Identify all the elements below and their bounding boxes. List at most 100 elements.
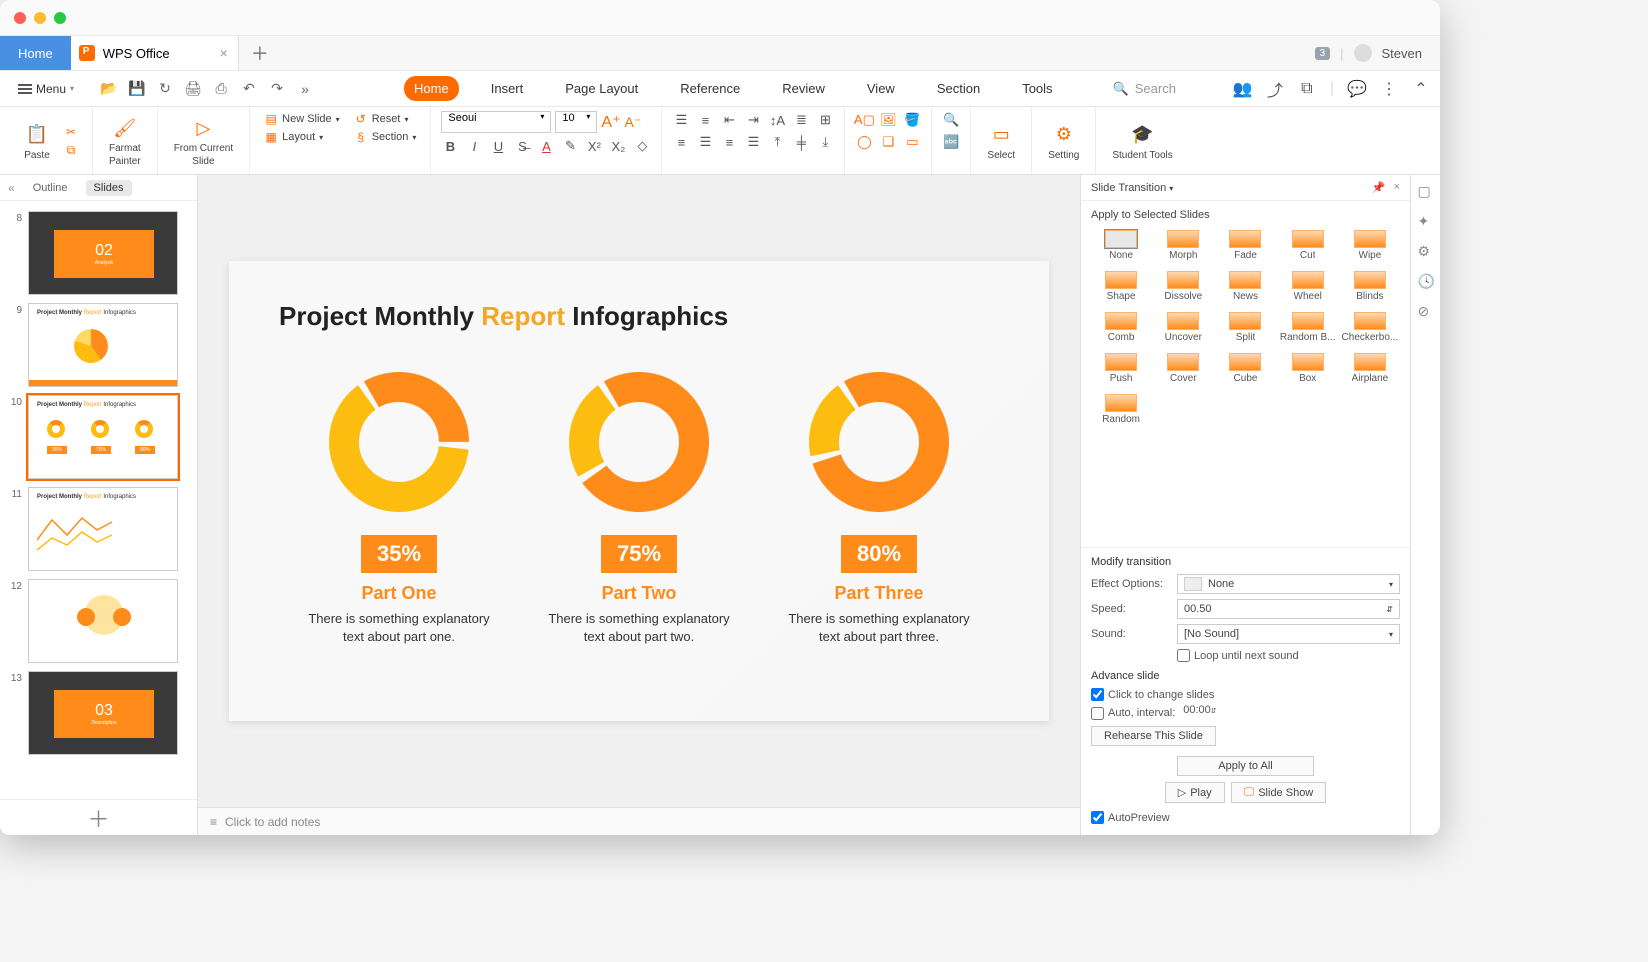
quick-styles-icon[interactable]: ▭	[903, 133, 921, 151]
arrange-icon[interactable]: ❑	[879, 133, 897, 151]
outline-tab[interactable]: Outline	[25, 180, 76, 196]
layout-button[interactable]: ▦Layout▾	[260, 129, 344, 145]
clear-format-icon[interactable]: ◇	[633, 137, 651, 155]
font-size-select[interactable]: 10 ▾	[555, 111, 597, 133]
collapse-ribbon-icon[interactable]: ⌃	[1412, 80, 1430, 98]
transition-item[interactable]: Split	[1215, 309, 1275, 346]
click-advance-checkbox[interactable]	[1091, 688, 1104, 701]
slides-tab[interactable]: Slides	[86, 180, 132, 196]
transition-item[interactable]: Wipe	[1340, 227, 1400, 264]
thumbnail-row[interactable]: 12	[0, 575, 197, 667]
paste-button[interactable]: 📋 Paste	[18, 111, 56, 171]
apply-all-button[interactable]: Apply to All	[1177, 756, 1313, 776]
transition-panel-title[interactable]: Slide Transition ▾	[1091, 182, 1173, 194]
maximize-window-button[interactable]	[54, 12, 66, 24]
find-icon[interactable]: 🔍	[942, 111, 960, 129]
italic-icon[interactable]: I	[465, 137, 483, 155]
ribbon-tab-section[interactable]: Section	[927, 76, 990, 101]
slide-thumbnails[interactable]: 802Analysis9Project Monthly Report Infog…	[0, 201, 197, 799]
undo-icon[interactable]: ↶	[240, 80, 258, 98]
line-spacing-icon[interactable]: ≣	[792, 111, 810, 129]
transition-item[interactable]: Blinds	[1340, 268, 1400, 305]
ribbon-tab-insert[interactable]: Insert	[481, 76, 534, 101]
text-direction-icon[interactable]: ↕A	[768, 111, 786, 129]
main-menu-button[interactable]: Menu ▾	[10, 78, 82, 100]
help-icon[interactable]: ⊘	[1418, 303, 1434, 319]
effect-options-select[interactable]: None▾	[1177, 574, 1400, 594]
autopreview-checkbox[interactable]	[1091, 811, 1104, 824]
transition-item[interactable]: Cover	[1153, 350, 1213, 387]
kebab-icon[interactable]: ⋮	[1380, 80, 1398, 98]
transition-item[interactable]: Morph	[1153, 227, 1213, 264]
add-slide-button[interactable]: ＋	[0, 799, 197, 835]
thumbnail-row[interactable]: 10Project Monthly Report Infographics 35…	[0, 391, 197, 483]
sound-select[interactable]: [No Sound]▾	[1177, 624, 1400, 644]
transition-item[interactable]: Checkerbo...	[1340, 309, 1400, 346]
decrease-indent-icon[interactable]: ⇤	[720, 111, 738, 129]
settings-icon[interactable]: ⚙	[1418, 243, 1434, 259]
decrease-font-icon[interactable]: A⁻	[625, 114, 642, 131]
font-name-select[interactable]: Seoui ▾	[441, 111, 551, 133]
transition-item[interactable]: Shape	[1091, 268, 1151, 305]
format-painter-button[interactable]: 🖌 Farmat Painter	[103, 111, 147, 171]
section-button[interactable]: §Section▾	[350, 129, 421, 145]
ruler-icon[interactable]: ⊞	[816, 111, 834, 129]
template-panel-icon[interactable]: ▢	[1418, 183, 1434, 199]
collapse-panel-button[interactable]: «	[8, 181, 15, 195]
close-tab-button[interactable]: ×	[220, 45, 228, 61]
highlight-icon[interactable]: ✎	[561, 137, 579, 155]
transition-item[interactable]: Random B...	[1278, 309, 1338, 346]
align-top-icon[interactable]: ⤒	[768, 133, 786, 151]
align-left-icon[interactable]: ≡	[672, 133, 690, 151]
avatar[interactable]	[1354, 44, 1372, 62]
picture-icon[interactable]: 🖼	[879, 111, 897, 129]
transition-item[interactable]: None	[1091, 227, 1151, 264]
align-center-icon[interactable]: ☰	[696, 133, 714, 151]
export-icon[interactable]: ⎙	[212, 80, 230, 98]
document-tab[interactable]: WPS Office ×	[71, 36, 239, 70]
cut-button[interactable]: ✂	[60, 124, 82, 140]
superscript-icon[interactable]: X²	[585, 137, 603, 155]
increase-indent-icon[interactable]: ⇥	[744, 111, 762, 129]
transition-item[interactable]: Uncover	[1153, 309, 1213, 346]
align-right-icon[interactable]: ≡	[720, 133, 738, 151]
sync-icon[interactable]: ↻	[156, 80, 174, 98]
align-justify-icon[interactable]: ☰	[744, 133, 762, 151]
bold-icon[interactable]: B	[441, 137, 459, 155]
reset-button[interactable]: ↺Reset▾	[350, 111, 421, 127]
ribbon-tab-review[interactable]: Review	[772, 76, 835, 101]
save-icon[interactable]: 💾	[128, 80, 146, 98]
shape-fill-icon[interactable]: 🪣	[903, 111, 921, 129]
ribbon-tab-home[interactable]: Home	[404, 76, 459, 101]
transition-item[interactable]: News	[1215, 268, 1275, 305]
rehearse-button[interactable]: Rehearse This Slide	[1091, 726, 1216, 746]
strike-icon[interactable]: S̶	[513, 137, 531, 155]
thumbnail-row[interactable]: 802Analysis	[0, 207, 197, 299]
feedback-icon[interactable]: 💬	[1348, 80, 1366, 98]
share-icon[interactable]: ⤴	[1266, 80, 1284, 98]
home-tab[interactable]: Home	[0, 36, 71, 70]
copy-button[interactable]: ⧉	[60, 142, 82, 158]
minimize-window-button[interactable]	[34, 12, 46, 24]
ribbon-tab-reference[interactable]: Reference	[670, 76, 750, 101]
select-button[interactable]: ▭ Select	[981, 111, 1021, 171]
student-tools-button[interactable]: 🎓 Student Tools	[1106, 111, 1178, 171]
thumbnail-row[interactable]: 1303Description	[0, 667, 197, 759]
thumbnail-row[interactable]: 11Project Monthly Report Infographics	[0, 483, 197, 575]
properties-icon[interactable]: ✦	[1418, 213, 1434, 229]
increase-font-icon[interactable]: A⁺	[601, 112, 620, 132]
replace-icon[interactable]: 🔤	[942, 133, 960, 151]
transition-item[interactable]: Push	[1091, 350, 1151, 387]
open-icon[interactable]: 📂	[100, 80, 118, 98]
redo-icon[interactable]: ↷	[268, 80, 286, 98]
ribbon-tab-view[interactable]: View	[857, 76, 905, 101]
align-bottom-icon[interactable]: ⤓	[816, 133, 834, 151]
setting-button[interactable]: ⚙ Setting	[1042, 111, 1085, 171]
transition-item[interactable]: Airplane	[1340, 350, 1400, 387]
pin-icon[interactable]: 📌	[1372, 181, 1386, 194]
close-window-button[interactable]	[14, 12, 26, 24]
auto-advance-checkbox[interactable]	[1091, 707, 1104, 720]
subscript-icon[interactable]: X₂	[609, 137, 627, 155]
close-panel-icon[interactable]: ×	[1394, 181, 1400, 194]
transition-item[interactable]: Comb	[1091, 309, 1151, 346]
